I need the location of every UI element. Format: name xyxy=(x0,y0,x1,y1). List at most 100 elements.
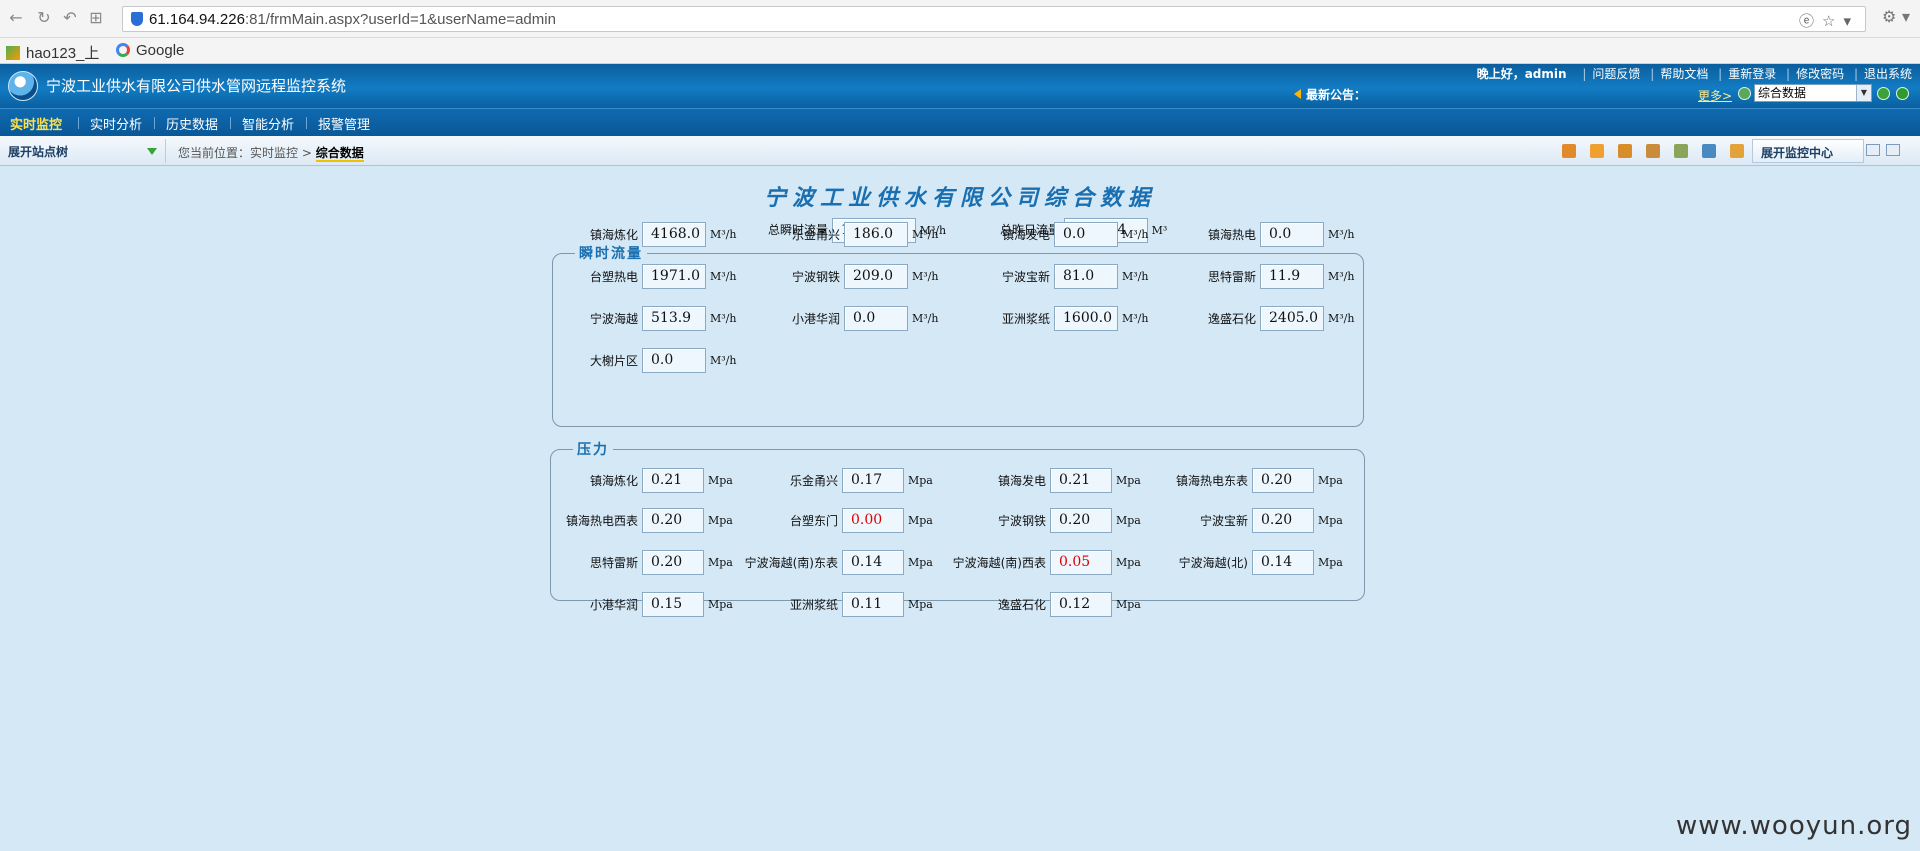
flow-label: 镇海发电 xyxy=(1001,228,1050,242)
flow-unit: M³/h xyxy=(912,228,939,241)
watermark: www.wooyun.org xyxy=(1675,811,1912,841)
pressure-item: 宁波钢铁 0.20 Mpa xyxy=(938,508,1141,533)
flow-value: 4168.0 xyxy=(642,222,706,247)
page-title: 宁波工业供水有限公司综合数据 xyxy=(763,185,1156,211)
total-yesterday-unit: M³ xyxy=(1151,224,1168,237)
pressure-item: 宁波宝新 0.20 Mpa xyxy=(1146,508,1343,533)
logout-link[interactable]: 退出系统 xyxy=(1864,67,1912,81)
flow-value: 0.0 xyxy=(642,348,706,373)
flow-unit: M³/h xyxy=(1328,228,1355,241)
layout-icon[interactable] xyxy=(1886,144,1900,156)
pressure-item: 镇海炼化 0.21 Mpa xyxy=(548,468,733,493)
go-icon[interactable] xyxy=(1877,87,1890,100)
menu-realtime-monitor[interactable]: 实时监控 xyxy=(10,114,62,133)
star-icon[interactable]: ☆ xyxy=(1822,12,1843,30)
toolbar: 展开站点树 您当前位置：实时监控 > 综合数据 展开监控中心 xyxy=(0,136,1920,166)
pressure-unit: Mpa xyxy=(1318,556,1343,569)
pressure-label: 宁波钢铁 xyxy=(997,514,1046,528)
menu-realtime-analysis[interactable]: 实时分析 xyxy=(90,114,142,133)
page-select[interactable]: 综合数据 ▼ xyxy=(1754,84,1872,102)
pressure-item: 宁波海越(北) 0.14 Mpa xyxy=(1146,550,1343,575)
pressure-unit: Mpa xyxy=(1318,474,1343,487)
flow-unit: M³/h xyxy=(1122,312,1149,325)
pressure-unit: Mpa xyxy=(908,514,933,527)
pressure-value: 0.21 xyxy=(642,468,704,493)
address-bar[interactable]: 61.164.94.226:81/frmMain.aspx?userId=1&u… xyxy=(122,6,1866,32)
pressure-value: 0.15 xyxy=(642,592,704,617)
back-icon[interactable]: ← xyxy=(6,8,26,28)
flow-unit: M³/h xyxy=(710,270,737,283)
breadcrumb: 您当前位置：实时监控 > 综合数据 xyxy=(178,144,364,162)
flow-label: 乐金甬兴 xyxy=(791,228,840,242)
pressure-item: 镇海热电西表 0.20 Mpa xyxy=(548,508,733,533)
pressure-unit: Mpa xyxy=(908,598,933,611)
flow-value: 0.0 xyxy=(1260,222,1324,247)
flow-item: 小港华润 0.0 M³/h xyxy=(750,306,938,331)
wrench-icon[interactable]: ⚙ xyxy=(1882,7,1896,26)
tree-icon[interactable] xyxy=(1702,144,1716,158)
flow-item: 台塑热电 1971.0 M³/h xyxy=(548,264,736,289)
bookmark-label: Google xyxy=(136,42,185,59)
flow-unit: M³/h xyxy=(710,228,737,241)
app-header: 宁波工业供水有限公司供水管网远程监控系统 晚上好，admin | 问题反馈 | 帮助… xyxy=(0,64,1920,108)
content-area: 宁波工业供水有限公司综合数据 总瞬时流量 11146 M³/h 总昨日流量 27… xyxy=(0,166,1920,851)
flow-item: 宁波钢铁 209.0 M³/h xyxy=(750,264,938,289)
flow-unit: M³/h xyxy=(1328,312,1355,325)
relogin-link[interactable]: 重新登录 xyxy=(1728,67,1776,81)
prev-icon[interactable] xyxy=(1738,87,1751,100)
pressure-unit: Mpa xyxy=(1116,514,1141,527)
flow-item: 镇海炼化 4168.0 M³/h xyxy=(548,222,736,247)
menu-alarm[interactable]: 报警管理 xyxy=(318,114,370,133)
chart-icon[interactable] xyxy=(1674,144,1688,158)
report-icon[interactable] xyxy=(1562,144,1576,158)
pressure-value: 0.20 xyxy=(642,550,704,575)
flow-label: 宁波钢铁 xyxy=(791,270,840,284)
window-icon[interactable] xyxy=(1866,144,1880,156)
flow-item: 大榭片区 0.0 M³/h xyxy=(548,348,736,373)
flow-label: 台塑热电 xyxy=(589,270,638,284)
flow-item: 思特雷斯 11.9 M³/h xyxy=(1166,264,1354,289)
undo-icon[interactable]: ↶ xyxy=(60,8,80,28)
site-tree-toggle[interactable]: 展开站点树 xyxy=(0,139,166,163)
refresh-icon[interactable] xyxy=(1896,87,1909,100)
dropdown-arrow-icon[interactable]: ▾ xyxy=(1843,12,1859,30)
flow-unit: M³/h xyxy=(912,270,939,283)
pressure-label: 镇海热电西表 xyxy=(565,514,638,528)
ie-mode-icon[interactable]: ⓔ xyxy=(1799,12,1822,30)
pressure-legend: 压力 xyxy=(577,442,609,458)
pressure-item: 台塑东门 0.00 Mpa xyxy=(724,508,933,533)
flow-item: 亚洲浆纸 1600.0 M³/h xyxy=(958,306,1148,331)
pressure-item: 镇海热电东表 0.20 Mpa xyxy=(1146,468,1343,493)
flow-value: 0.0 xyxy=(1054,222,1118,247)
pressure-value: 0.12 xyxy=(1050,592,1112,617)
pressure-label: 乐金甬兴 xyxy=(789,474,838,488)
pressure-item: 镇海发电 0.21 Mpa xyxy=(938,468,1141,493)
change-password-link[interactable]: 修改密码 xyxy=(1796,67,1844,81)
menu-smart-analysis[interactable]: 智能分析 xyxy=(242,114,294,133)
zoom-icon[interactable] xyxy=(1590,144,1604,158)
notice: 最新公告： xyxy=(1294,86,1366,103)
grid-icon[interactable]: ⊞ xyxy=(86,8,106,28)
pressure-value: 0.20 xyxy=(642,508,704,533)
reload-icon[interactable]: ↻ xyxy=(34,8,54,28)
monitor-center-button[interactable]: 展开监控中心 xyxy=(1752,139,1864,163)
more-link[interactable]: 更多> xyxy=(1698,87,1732,104)
flow-value: 11.9 xyxy=(1260,264,1324,289)
pressure-value: 0.05 xyxy=(1050,550,1112,575)
edit-icon[interactable] xyxy=(1646,144,1660,158)
pressure-label: 镇海炼化 xyxy=(589,474,638,488)
shield-icon xyxy=(131,12,143,26)
flow-label: 镇海炼化 xyxy=(589,228,638,242)
menu-history[interactable]: 历史数据 xyxy=(166,114,218,133)
bookmark-hao123[interactable]: hao123_上 xyxy=(6,42,99,63)
dropdown-triangle-icon xyxy=(147,148,157,155)
chevron-down-icon[interactable]: ▾ xyxy=(1902,7,1910,26)
feedback-link[interactable]: 问题反馈 xyxy=(1592,67,1640,81)
search-icon[interactable] xyxy=(1730,144,1744,158)
bookmark-google[interactable]: Google xyxy=(116,42,184,59)
document-icon[interactable] xyxy=(1618,144,1632,158)
pressure-unit: Mpa xyxy=(1318,514,1343,527)
pressure-item: 乐金甬兴 0.17 Mpa xyxy=(724,468,933,493)
pressure-item: 宁波海越(南)东表 0.14 Mpa xyxy=(724,550,933,575)
help-link[interactable]: 帮助文档 xyxy=(1660,67,1708,81)
